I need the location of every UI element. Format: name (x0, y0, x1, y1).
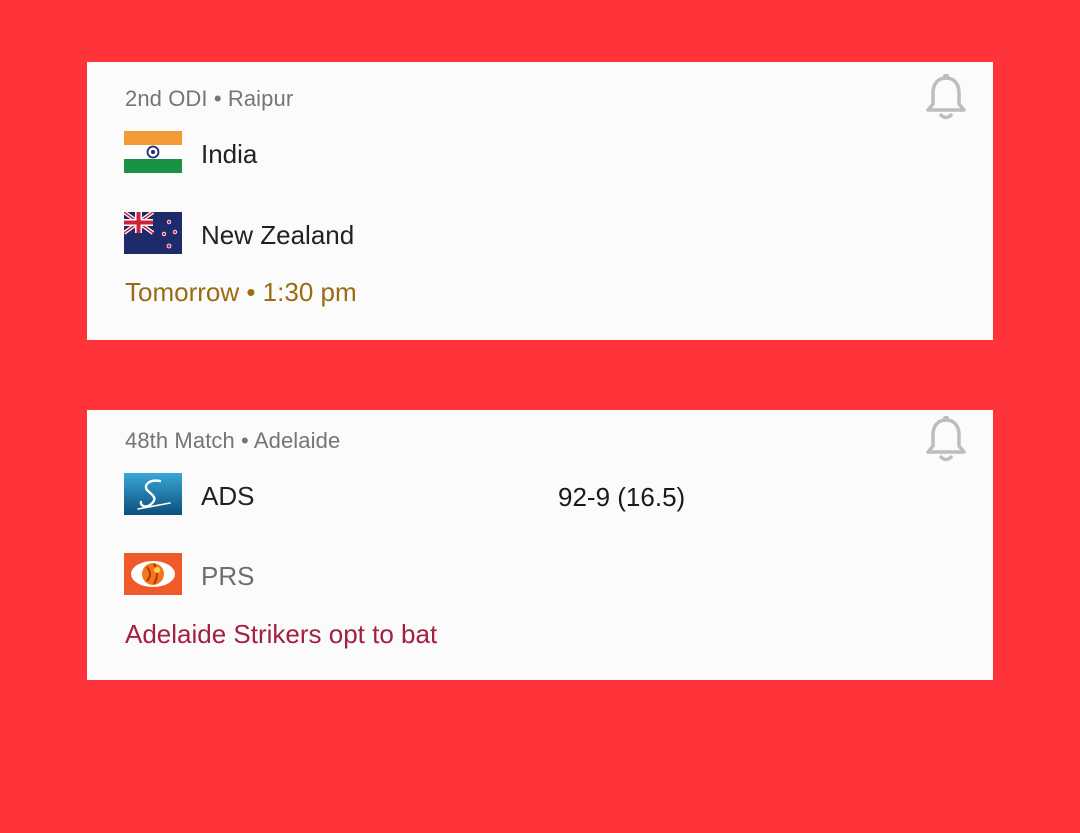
team-row: India (124, 131, 954, 175)
team-row: PRS (124, 553, 954, 597)
perth-scorchers-logo-icon (124, 553, 182, 595)
team-name: ADS (201, 481, 255, 511)
team-name: New Zealand (201, 220, 355, 250)
team-score: 92-9 (16.5) (558, 482, 686, 512)
adelaide-strikers-logo-icon (124, 473, 182, 515)
team-row: New Zealand (122, 210, 954, 256)
new-zealand-flag-icon (122, 210, 182, 254)
team-name: PRS (201, 561, 255, 591)
india-flag-icon (124, 131, 182, 173)
match-status: Tomorrow • 1:30 pm (125, 277, 357, 307)
match-title: 2nd ODI • Raipur (125, 86, 294, 111)
team-name: India (201, 139, 258, 169)
match-card[interactable]: 48th Match • Adelaide ADS 92-9 (16.5) PR… (87, 410, 993, 680)
bell-icon[interactable] (923, 414, 969, 466)
match-card[interactable]: 2nd ODI • Raipur India New Zealand Tomor… (87, 62, 993, 340)
match-title: 48th Match • Adelaide (125, 428, 341, 453)
bell-icon[interactable] (923, 72, 969, 124)
team-row: ADS 92-9 (16.5) (124, 473, 954, 517)
match-status: Adelaide Strikers opt to bat (125, 619, 438, 649)
